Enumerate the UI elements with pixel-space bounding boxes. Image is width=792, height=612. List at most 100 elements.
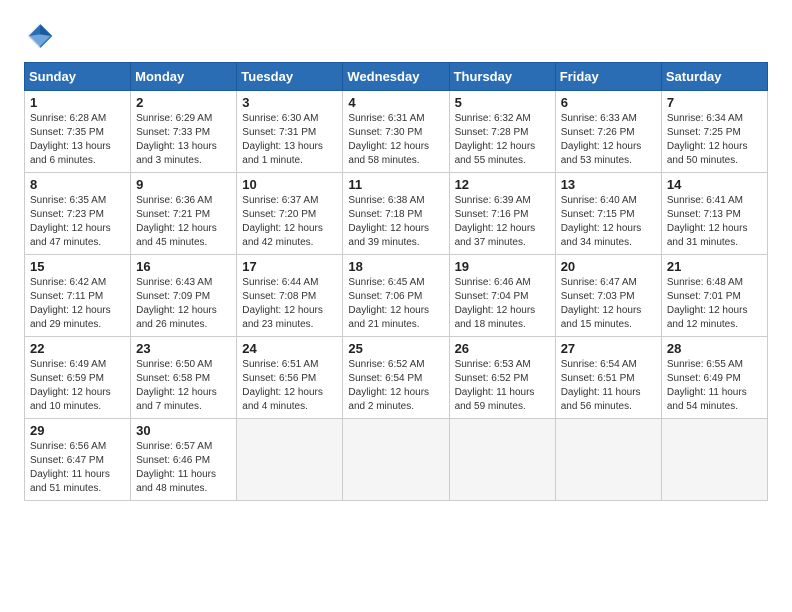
day-detail: Sunrise: 6:47 AMSunset: 7:03 PMDaylight:… xyxy=(561,276,656,332)
day-detail: Sunrise: 6:52 AMSunset: 6:54 PMDaylight:… xyxy=(348,358,443,414)
calendar-cell xyxy=(555,419,661,501)
day-detail: Sunrise: 6:40 AMSunset: 7:15 PMDaylight:… xyxy=(561,194,656,250)
day-detail: Sunrise: 6:28 AMSunset: 7:35 PMDaylight:… xyxy=(30,112,125,168)
day-detail: Sunrise: 6:38 AMSunset: 7:18 PMDaylight:… xyxy=(348,194,443,250)
calendar-cell: 27 Sunrise: 6:54 AMSunset: 6:51 PMDayligh… xyxy=(555,337,661,419)
day-detail: Sunrise: 6:55 AMSunset: 6:49 PMDaylight:… xyxy=(667,358,762,414)
day-number: 19 xyxy=(455,259,550,274)
calendar-cell: 29 Sunrise: 6:56 AMSunset: 6:47 PMDayligh… xyxy=(25,419,131,501)
day-detail: Sunrise: 6:43 AMSunset: 7:09 PMDaylight:… xyxy=(136,276,231,332)
day-detail: Sunrise: 6:41 AMSunset: 7:13 PMDaylight:… xyxy=(667,194,762,250)
calendar-cell: 21 Sunrise: 6:48 AMSunset: 7:01 PMDayligh… xyxy=(661,255,767,337)
calendar-cell: 13 Sunrise: 6:40 AMSunset: 7:15 PMDayligh… xyxy=(555,173,661,255)
day-number: 27 xyxy=(561,341,656,356)
day-number: 11 xyxy=(348,177,443,192)
day-detail: Sunrise: 6:57 AMSunset: 6:46 PMDaylight:… xyxy=(136,440,231,496)
calendar-cell xyxy=(237,419,343,501)
day-detail: Sunrise: 6:49 AMSunset: 6:59 PMDaylight:… xyxy=(30,358,125,414)
calendar-cell: 20 Sunrise: 6:47 AMSunset: 7:03 PMDayligh… xyxy=(555,255,661,337)
day-detail: Sunrise: 6:45 AMSunset: 7:06 PMDaylight:… xyxy=(348,276,443,332)
calendar-cell: 2 Sunrise: 6:29 AMSunset: 7:33 PMDaylight… xyxy=(131,91,237,173)
day-detail: Sunrise: 6:37 AMSunset: 7:20 PMDaylight:… xyxy=(242,194,337,250)
day-detail: Sunrise: 6:35 AMSunset: 7:23 PMDaylight:… xyxy=(30,194,125,250)
calendar-cell xyxy=(661,419,767,501)
calendar-cell: 25 Sunrise: 6:52 AMSunset: 6:54 PMDayligh… xyxy=(343,337,449,419)
calendar-cell xyxy=(343,419,449,501)
calendar-cell: 5 Sunrise: 6:32 AMSunset: 7:28 PMDaylight… xyxy=(449,91,555,173)
day-header-saturday: Saturday xyxy=(661,63,767,91)
day-number: 18 xyxy=(348,259,443,274)
calendar-week-5: 29 Sunrise: 6:56 AMSunset: 6:47 PMDayligh… xyxy=(25,419,768,501)
day-number: 4 xyxy=(348,95,443,110)
day-number: 8 xyxy=(30,177,125,192)
day-number: 28 xyxy=(667,341,762,356)
calendar-cell: 7Sunrise: 6:34 AMSunset: 7:25 PMDaylight… xyxy=(661,91,767,173)
day-detail: Sunrise: 6:50 AMSunset: 6:58 PMDaylight:… xyxy=(136,358,231,414)
day-number: 22 xyxy=(30,341,125,356)
day-number: 14 xyxy=(667,177,762,192)
day-number: 6 xyxy=(561,95,656,110)
day-detail: Sunrise: 6:54 AMSunset: 6:51 PMDaylight:… xyxy=(561,358,656,414)
day-detail: Sunrise: 6:51 AMSunset: 6:56 PMDaylight:… xyxy=(242,358,337,414)
day-number: 23 xyxy=(136,341,231,356)
day-detail: Sunrise: 6:33 AMSunset: 7:26 PMDaylight:… xyxy=(561,112,656,168)
calendar-table: SundayMondayTuesdayWednesdayThursdayFrid… xyxy=(24,62,768,501)
day-detail: Sunrise: 6:34 AMSunset: 7:25 PMDaylight:… xyxy=(667,112,762,168)
calendar-cell: 4 Sunrise: 6:31 AMSunset: 7:30 PMDaylight… xyxy=(343,91,449,173)
calendar-cell: 16 Sunrise: 6:43 AMSunset: 7:09 PMDayligh… xyxy=(131,255,237,337)
day-number: 3 xyxy=(242,95,337,110)
calendar-cell: 28 Sunrise: 6:55 AMSunset: 6:49 PMDayligh… xyxy=(661,337,767,419)
day-header-sunday: Sunday xyxy=(25,63,131,91)
calendar-cell: 3 Sunrise: 6:30 AMSunset: 7:31 PMDaylight… xyxy=(237,91,343,173)
day-detail: Sunrise: 6:32 AMSunset: 7:28 PMDaylight:… xyxy=(455,112,550,168)
calendar-cell: 17Sunrise: 6:44 AMSunset: 7:08 PMDayligh… xyxy=(237,255,343,337)
calendar-week-3: 15Sunrise: 6:42 AMSunset: 7:11 PMDayligh… xyxy=(25,255,768,337)
calendar-cell: 11 Sunrise: 6:38 AMSunset: 7:18 PMDayligh… xyxy=(343,173,449,255)
day-header-thursday: Thursday xyxy=(449,63,555,91)
day-number: 26 xyxy=(455,341,550,356)
day-number: 21 xyxy=(667,259,762,274)
calendar-cell: 30 Sunrise: 6:57 AMSunset: 6:46 PMDayligh… xyxy=(131,419,237,501)
calendar-cell: 24Sunrise: 6:51 AMSunset: 6:56 PMDayligh… xyxy=(237,337,343,419)
day-detail: Sunrise: 6:46 AMSunset: 7:04 PMDaylight:… xyxy=(455,276,550,332)
calendar-cell: 26Sunrise: 6:53 AMSunset: 6:52 PMDayligh… xyxy=(449,337,555,419)
day-number: 9 xyxy=(136,177,231,192)
day-number: 29 xyxy=(30,423,125,438)
day-detail: Sunrise: 6:44 AMSunset: 7:08 PMDaylight:… xyxy=(242,276,337,332)
day-number: 2 xyxy=(136,95,231,110)
calendar-header-row: SundayMondayTuesdayWednesdayThursdayFrid… xyxy=(25,63,768,91)
calendar-cell: 6 Sunrise: 6:33 AMSunset: 7:26 PMDaylight… xyxy=(555,91,661,173)
day-number: 13 xyxy=(561,177,656,192)
day-detail: Sunrise: 6:30 AMSunset: 7:31 PMDaylight:… xyxy=(242,112,337,168)
day-detail: Sunrise: 6:48 AMSunset: 7:01 PMDaylight:… xyxy=(667,276,762,332)
logo xyxy=(24,20,60,52)
calendar-cell: 23 Sunrise: 6:50 AMSunset: 6:58 PMDayligh… xyxy=(131,337,237,419)
calendar-cell: 18 Sunrise: 6:45 AMSunset: 7:06 PMDayligh… xyxy=(343,255,449,337)
day-detail: Sunrise: 6:56 AMSunset: 6:47 PMDaylight:… xyxy=(30,440,125,496)
calendar-cell xyxy=(449,419,555,501)
calendar-cell: 22 Sunrise: 6:49 AMSunset: 6:59 PMDayligh… xyxy=(25,337,131,419)
day-header-friday: Friday xyxy=(555,63,661,91)
day-detail: Sunrise: 6:42 AMSunset: 7:11 PMDaylight:… xyxy=(30,276,125,332)
day-detail: Sunrise: 6:31 AMSunset: 7:30 PMDaylight:… xyxy=(348,112,443,168)
calendar-cell: 15Sunrise: 6:42 AMSunset: 7:11 PMDayligh… xyxy=(25,255,131,337)
day-number: 30 xyxy=(136,423,231,438)
day-number: 12 xyxy=(455,177,550,192)
calendar-cell: 8 Sunrise: 6:35 AMSunset: 7:23 PMDaylight… xyxy=(25,173,131,255)
day-number: 20 xyxy=(561,259,656,274)
logo-icon xyxy=(24,20,56,52)
calendar-cell: 9Sunrise: 6:36 AMSunset: 7:21 PMDaylight… xyxy=(131,173,237,255)
day-number: 10 xyxy=(242,177,337,192)
calendar-week-2: 8 Sunrise: 6:35 AMSunset: 7:23 PMDaylight… xyxy=(25,173,768,255)
calendar-week-1: 1 Sunrise: 6:28 AMSunset: 7:35 PMDaylight… xyxy=(25,91,768,173)
day-number: 1 xyxy=(30,95,125,110)
calendar-cell: 10 Sunrise: 6:37 AMSunset: 7:20 PMDayligh… xyxy=(237,173,343,255)
day-detail: Sunrise: 6:29 AMSunset: 7:33 PMDaylight:… xyxy=(136,112,231,168)
page-header xyxy=(24,20,768,52)
calendar-cell: 14 Sunrise: 6:41 AMSunset: 7:13 PMDayligh… xyxy=(661,173,767,255)
day-number: 25 xyxy=(348,341,443,356)
day-number: 16 xyxy=(136,259,231,274)
calendar-cell: 19 Sunrise: 6:46 AMSunset: 7:04 PMDayligh… xyxy=(449,255,555,337)
day-header-tuesday: Tuesday xyxy=(237,63,343,91)
day-number: 5 xyxy=(455,95,550,110)
